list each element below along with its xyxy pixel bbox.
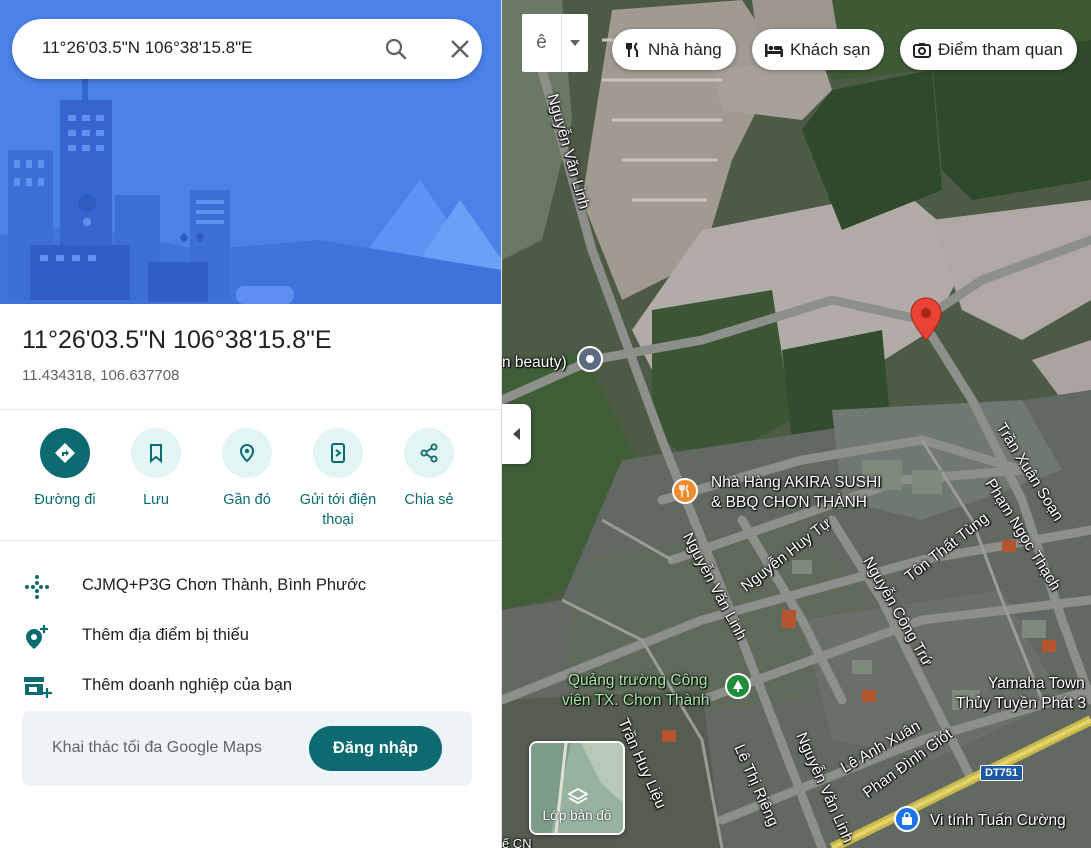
shop-marker[interactable] [894,806,920,832]
chip-hotels[interactable]: Khách sạn [752,29,885,70]
promo-text: Khai thác tối đa Google Maps [52,739,262,756]
chip-label: Nhà hàng [648,39,722,59]
chevron-down-icon[interactable] [562,14,588,72]
add-missing-place-row[interactable]: Thêm địa điểm bị thiếu [0,616,501,656]
bookmark-icon [131,428,181,478]
restaurant-label-line1: Nhà Hàng AKIRA SUSHI [711,474,882,491]
directions-label: Đường đi [34,492,96,508]
chip-label: Điểm tham quan [938,39,1063,59]
divider [0,540,501,541]
share-button[interactable]: Chia sẻ [383,428,475,510]
travel-mode-icon: ê [522,14,562,72]
search-icon [385,38,407,60]
road-number-badge: DT751 [980,765,1024,781]
chevron-left-icon [512,428,520,440]
place-side-panel: 11°26'03.5"N 106°38'15.8"E 11°26'03.5"N … [0,0,502,848]
restaurant-icon [679,484,689,497]
travel-mode-toggle[interactable]: ê [522,14,588,72]
layers-icon [568,788,588,805]
poi-label: n beauty) [502,354,567,371]
restaurant-icon [626,41,638,57]
add-business-icon [22,674,52,700]
add-location-icon [22,624,52,650]
clear-search-button[interactable] [436,35,484,63]
send-to-phone-icon [313,428,363,478]
save-label: Lưu [143,492,169,508]
add-missing-place-text: Thêm địa điểm bị thiếu [82,626,249,644]
search-input[interactable]: 11°26'03.5"N 106°38'15.8"E [42,38,253,58]
send-to-phone-button[interactable]: Gửi tới điện thoại [292,428,384,530]
search-box[interactable]: 11°26'03.5"N 106°38'15.8"E [12,19,482,79]
tree-icon [733,680,743,692]
poi-label: Yamaha Town [988,675,1085,692]
park-label-line2: viên TX. Chơn Thành [562,692,710,709]
restaurant-label-line2: & BBQ CHƠN THÀNH [711,494,867,511]
google-maps-app: 11°26'03.5"N 106°38'15.8"E 11°26'03.5"N … [0,0,1091,848]
poi-label: ế CN [502,836,532,848]
plus-code-text: CJMQ+P3G Chơn Thành, Bình Phước [82,576,367,594]
satellite-map[interactable]: Nguyễn Văn Linh n beauty) Nhà Hàng AKIRA… [502,0,1091,848]
plus-code-row[interactable]: CJMQ+P3G Chơn Thành, Bình Phước [0,566,501,606]
poi-label: Vi tính Tuấn Cường [930,812,1066,829]
shopping-bag-icon [902,812,912,825]
camera-icon [913,42,931,58]
search-button[interactable] [370,35,422,63]
dot-icon [586,355,594,363]
park-marker[interactable] [725,673,751,699]
location-pin-icon[interactable] [906,296,946,344]
layers-label: Lớp bản đồ [542,808,612,823]
hotel-icon [765,43,783,57]
collapse-panel-button[interactable] [502,404,531,464]
add-business-row[interactable]: Thêm doanh nghiệp của bạn [0,666,501,706]
plus-code-icon [22,574,52,600]
poi-label: Thủy Tuyền Phát 3 [956,695,1087,712]
add-business-text: Thêm doanh nghiệp của bạn [82,676,293,694]
sign-in-button[interactable]: Đăng nhập [309,726,442,771]
send-to-phone-label: Gửi tới điện thoại [299,492,377,528]
nearby-button[interactable]: Gần đó [201,428,293,510]
restaurant-marker[interactable] [672,478,698,504]
chip-restaurants[interactable]: Nhà hàng [612,29,736,70]
save-button[interactable]: Lưu [110,428,202,510]
map-layers-button[interactable]: Lớp bản đồ [529,741,625,835]
place-decimal-coords: 11.434318, 106.637708 [22,367,180,384]
chip-label: Khách sạn [790,39,871,59]
nearby-icon [222,428,272,478]
park-label-line1: Quảng trường Công [568,672,708,689]
divider [0,409,501,410]
directions-icon [40,428,90,478]
place-title: 11°26'03.5"N 106°38'15.8"E [22,326,332,354]
chip-attractions[interactable]: Điểm tham quan [900,29,1077,70]
close-icon [451,40,469,58]
directions-button[interactable]: Đường đi [19,428,111,510]
share-icon [404,428,454,478]
poi-marker[interactable] [577,346,603,372]
share-label: Chia sẻ [404,492,454,508]
sign-in-promo: Khai thác tối đa Google Maps Đăng nhập [22,711,472,786]
nearby-label: Gần đó [223,492,271,508]
